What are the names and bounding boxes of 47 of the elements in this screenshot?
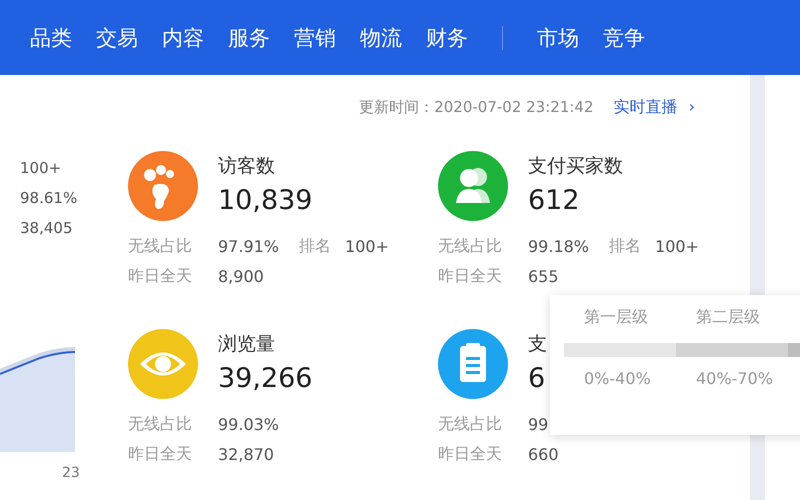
- stat-value: 32,870: [218, 444, 274, 464]
- nav-item[interactable]: 竞争: [603, 24, 645, 52]
- stat-value: 8,900: [218, 266, 264, 286]
- rank-value: 100+: [655, 236, 699, 256]
- stat-label: 昨日全天: [128, 444, 193, 464]
- rank-value: 100+: [345, 236, 389, 256]
- rank-label: 排名: [609, 236, 642, 256]
- nav-item[interactable]: 交易: [96, 24, 138, 52]
- metric-title: 支付买家数: [528, 154, 623, 179]
- tier-label: 第二层级: [696, 307, 760, 326]
- metric-value: 6: [528, 363, 546, 394]
- update-time: 更新时间：2020-07-02 23:21:42: [359, 98, 594, 116]
- nav-item[interactable]: 服务: [228, 24, 270, 52]
- nav-item[interactable]: 物流: [360, 24, 402, 52]
- stat-label: 无线占比: [128, 236, 193, 256]
- metric-value: 612: [528, 185, 581, 216]
- metric-value: 39,266: [218, 363, 312, 394]
- stat-value: 38,405: [19, 219, 74, 239]
- nav-item[interactable]: 财务: [426, 24, 468, 52]
- stat-value: 99.03%: [218, 414, 280, 434]
- rank-label: 排名: [299, 236, 332, 256]
- stat-value: 97.91%: [218, 236, 280, 256]
- stat-label: 无线占比: [128, 414, 193, 434]
- tier-label: 第一层级: [584, 307, 648, 326]
- stat-value: 100+: [19, 159, 62, 179]
- tier-range: 0%-40%: [584, 369, 651, 388]
- stat-label: 无线占比: [438, 414, 503, 434]
- stat-value: 655: [528, 266, 559, 286]
- stat-label: 昨日全天: [128, 266, 193, 286]
- nav-item[interactable]: 品类: [30, 24, 72, 52]
- tier-range: 40%-70%: [696, 369, 773, 388]
- nav-item[interactable]: 营销: [294, 24, 336, 52]
- metric-title: 访客数: [218, 154, 276, 179]
- axis-label: 23: [62, 464, 81, 482]
- nav-item[interactable]: 市场: [537, 24, 579, 52]
- stat-label: 昨日全天: [438, 266, 503, 286]
- stat-label: 昨日全天: [438, 444, 503, 464]
- nav-item[interactable]: 内容: [162, 24, 204, 52]
- stat-value: 98.61%: [19, 189, 75, 209]
- metric-title: 浏览量: [218, 332, 276, 357]
- metric-title: 支: [528, 332, 547, 357]
- metric-value: 10,839: [218, 185, 312, 216]
- stat-value: 99: [528, 414, 548, 434]
- stat-value: 99.18%: [528, 236, 590, 256]
- stat-label: 无线占比: [438, 236, 503, 256]
- stat-value: 660: [528, 444, 559, 464]
- live-link[interactable]: 实时直播 ›: [614, 96, 695, 118]
